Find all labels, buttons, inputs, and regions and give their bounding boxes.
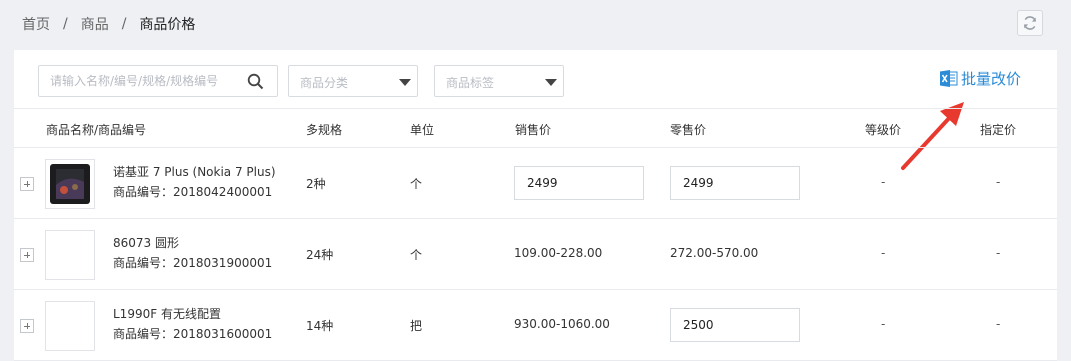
- product-price-panel: 商品分类 商品标签 批量改价 商品名称/商品编号 多规格 单位 销售价 零售价 …: [14, 50, 1057, 361]
- header-name: 商品名称/商品编号: [46, 123, 147, 137]
- breadcrumb-separator: /: [63, 16, 68, 32]
- breadcrumb-current: 商品价格: [139, 17, 196, 33]
- category-select[interactable]: 商品分类: [288, 65, 418, 97]
- fixed-price-value: -: [996, 317, 1001, 331]
- level-price-value: -: [881, 175, 886, 189]
- chevron-down-icon: [399, 79, 411, 86]
- sale-price-input[interactable]: [514, 166, 644, 200]
- search-box: [38, 65, 278, 97]
- breadcrumb-home[interactable]: 首页: [22, 14, 50, 34]
- retail-price-input[interactable]: [670, 166, 800, 200]
- breadcrumb-separator: /: [121, 16, 127, 32]
- header-level-price: 等级价: [865, 123, 902, 137]
- header-specs: 多规格: [306, 123, 343, 137]
- product-name: 86073 圆形: [113, 236, 179, 250]
- header-unit: 单位: [410, 123, 435, 137]
- level-price-value: -: [881, 317, 886, 331]
- product-code: 商品编号：2018042400001: [113, 185, 273, 199]
- tag-select[interactable]: 商品标签: [434, 65, 564, 97]
- specs-count[interactable]: 24种: [306, 246, 333, 263]
- category-select-placeholder: 商品分类: [300, 76, 349, 90]
- retail-price-range: 272.00-570.00: [670, 246, 759, 260]
- unit-value: 把: [410, 319, 423, 333]
- refresh-icon: [1024, 16, 1036, 30]
- product-thumbnail: [45, 230, 95, 280]
- table-row: L1990F 有无线配置 商品编号：2018031600001 14种 把 93…: [14, 290, 1057, 361]
- chevron-down-icon: [545, 79, 557, 86]
- search-input[interactable]: [39, 66, 239, 96]
- expand-row-button[interactable]: [20, 248, 34, 262]
- table-header: 商品名称/商品编号 多规格 单位 销售价 零售价 等级价 指定价: [14, 108, 1057, 148]
- expand-row-button[interactable]: [20, 177, 34, 191]
- level-price-value: -: [881, 246, 886, 260]
- product-code: 商品编号：2018031900001: [113, 256, 273, 270]
- retail-price-input[interactable]: [670, 308, 800, 342]
- product-thumbnail: [45, 301, 95, 351]
- product-code: 商品编号：2018031600001: [113, 327, 273, 341]
- batch-price-change-button[interactable]: 批量改价: [940, 68, 1021, 89]
- breadcrumb: 首页 / 商品 / 商品价格: [22, 14, 195, 34]
- expand-row-button[interactable]: [20, 319, 34, 333]
- unit-value: 个: [410, 177, 423, 191]
- unit-value: 个: [410, 248, 423, 262]
- header-retail-price: 零售价: [670, 123, 707, 137]
- breadcrumb-products[interactable]: 商品: [81, 14, 109, 34]
- phone-image: [50, 164, 90, 204]
- product-name: L1990F 有无线配置: [113, 307, 221, 321]
- header-fixed-price: 指定价: [980, 123, 1017, 137]
- table-row: 诺基亚 7 Plus (Nokia 7 Plus) 商品编号：201804240…: [14, 148, 1057, 219]
- sale-price-range: 930.00-1060.00: [514, 317, 610, 331]
- product-thumbnail: [45, 159, 95, 209]
- table-row: 86073 圆形 商品编号：2018031900001 24种 个 109.00…: [14, 219, 1057, 290]
- search-icon[interactable]: [247, 73, 264, 90]
- specs-count[interactable]: 2种: [306, 175, 326, 192]
- fixed-price-value: -: [996, 246, 1001, 260]
- excel-icon: [940, 70, 958, 87]
- batch-price-change-label: 批量改价: [961, 70, 1022, 88]
- product-name: 诺基亚 7 Plus (Nokia 7 Plus): [113, 165, 276, 179]
- header-sale-price: 销售价: [515, 123, 552, 137]
- specs-count[interactable]: 14种: [306, 317, 333, 334]
- tag-select-placeholder: 商品标签: [446, 76, 495, 90]
- sale-price-range: 109.00-228.00: [514, 246, 603, 260]
- fixed-price-value: -: [996, 175, 1001, 189]
- refresh-button[interactable]: [1017, 10, 1043, 36]
